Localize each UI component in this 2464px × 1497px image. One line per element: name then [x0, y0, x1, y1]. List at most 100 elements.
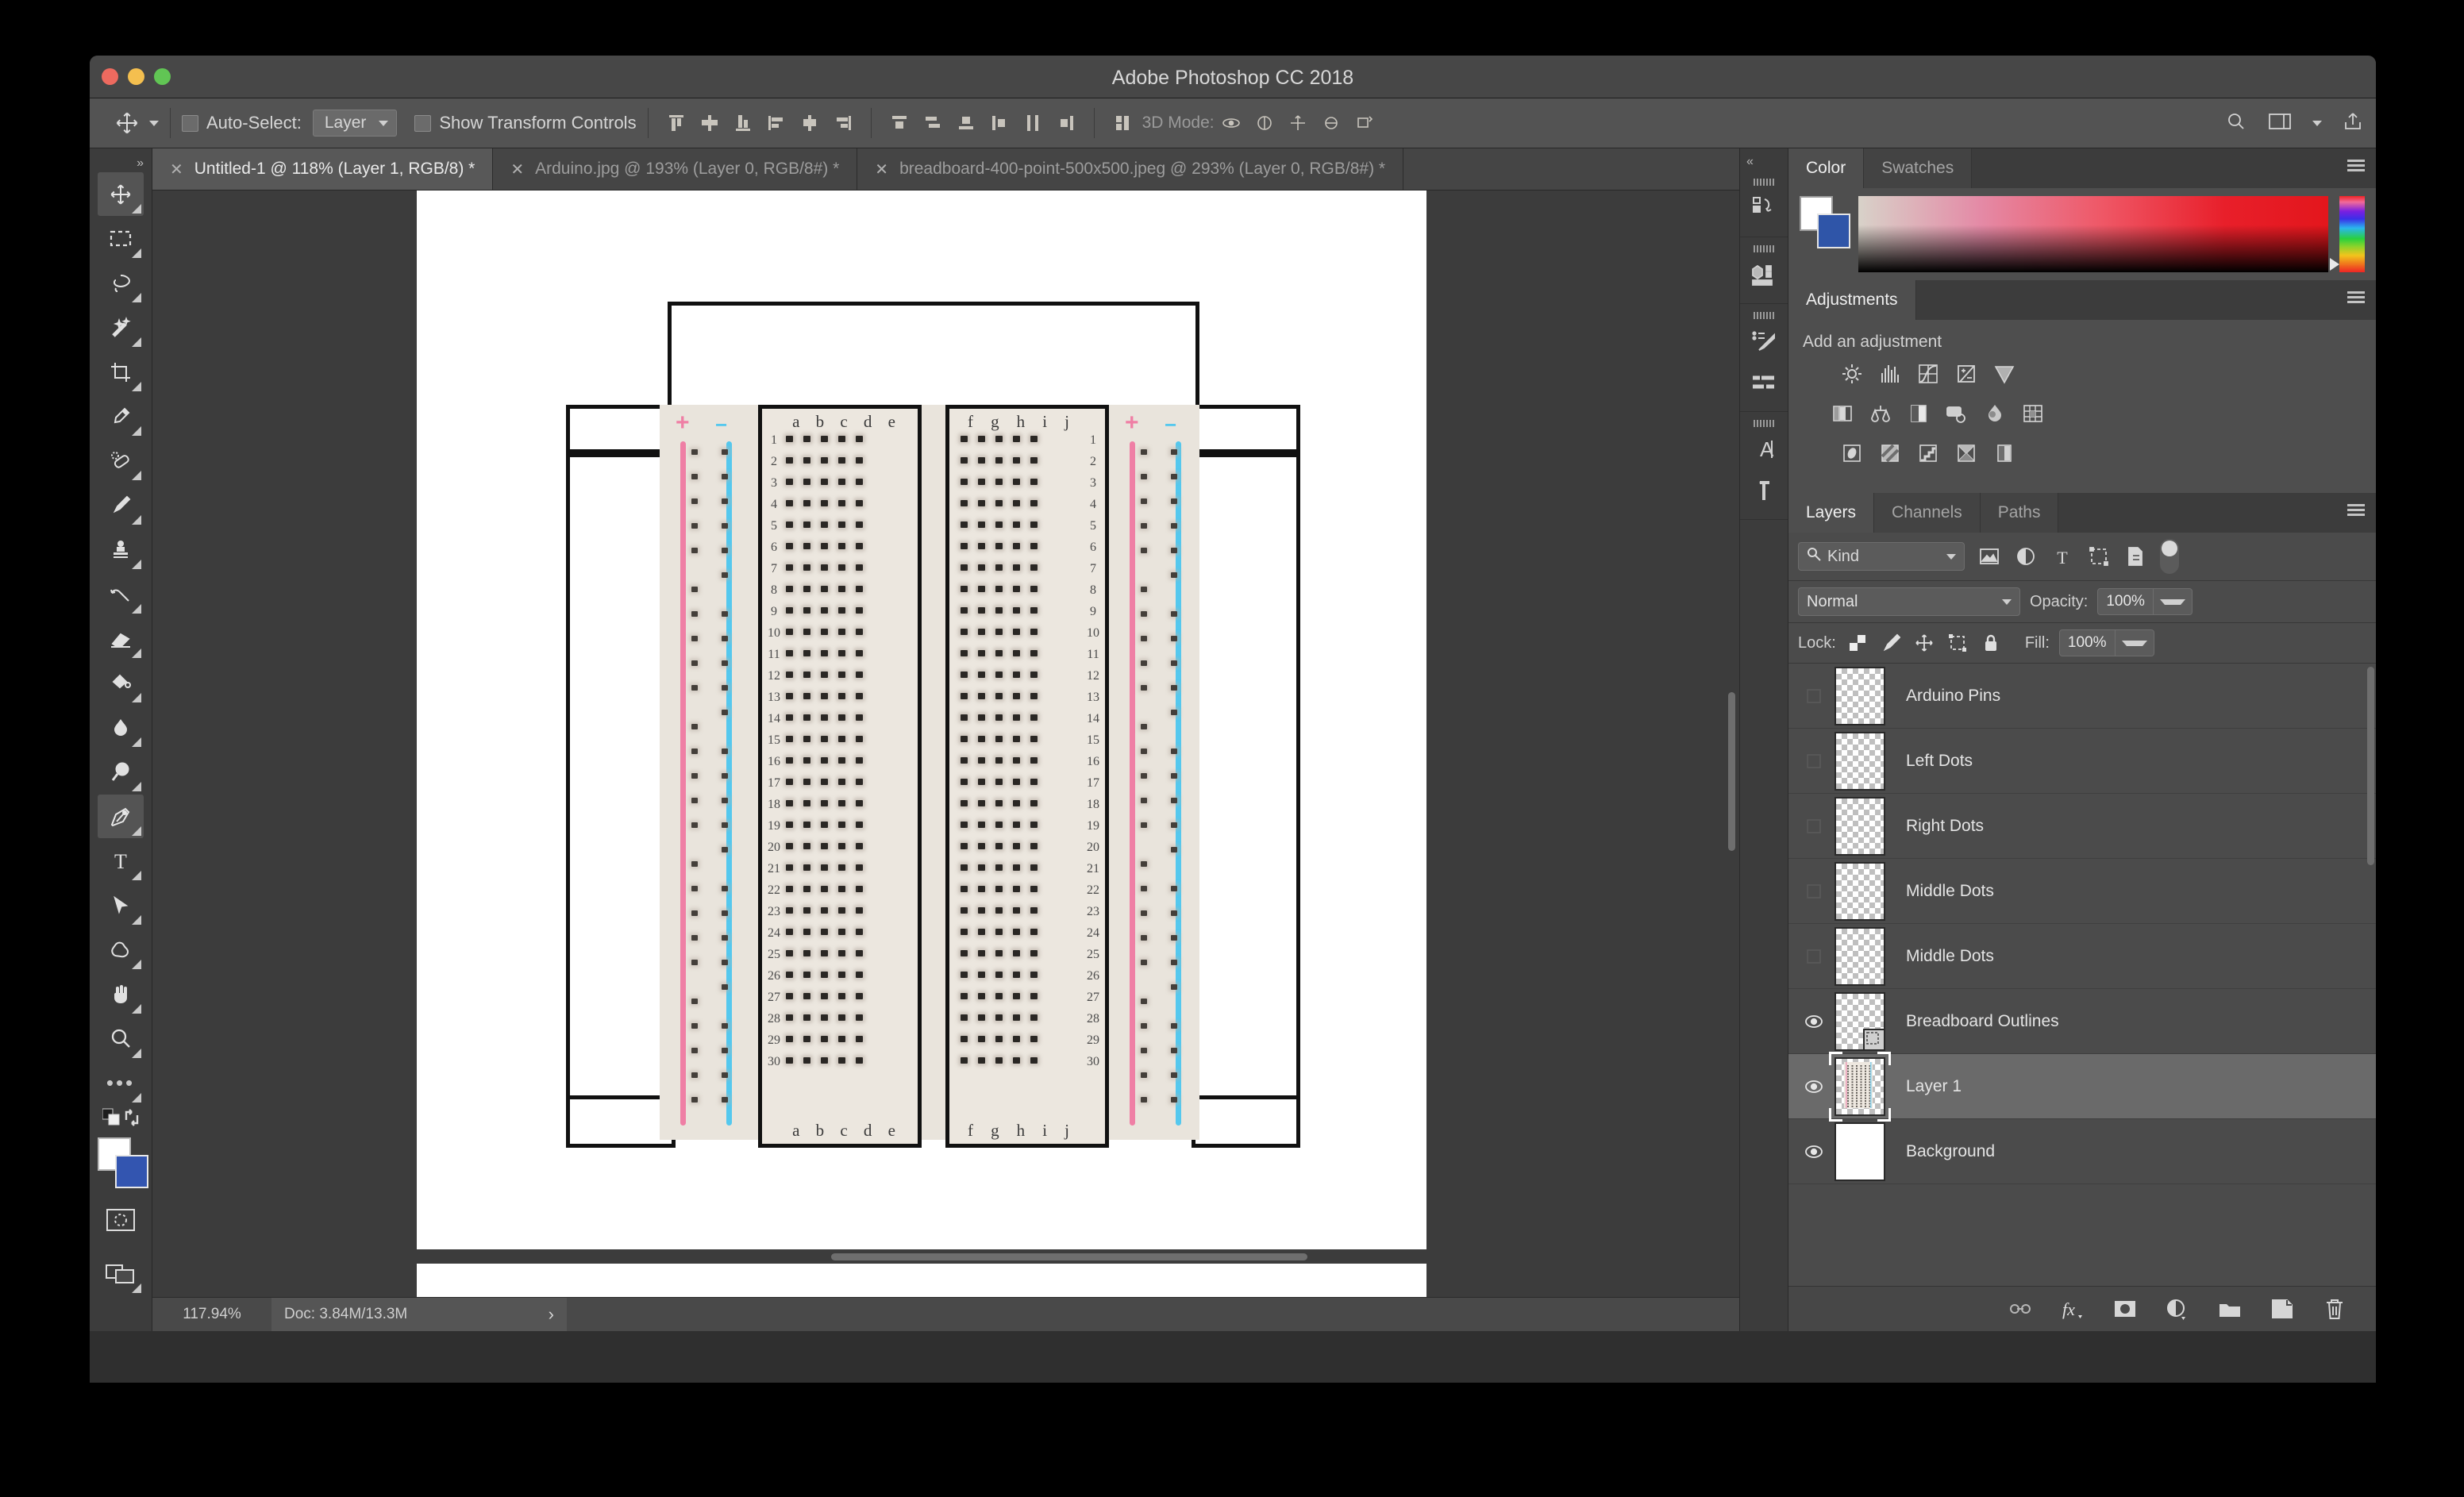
layer-visibility-empty[interactable] — [1793, 729, 1835, 793]
new-adjustment-layer-icon[interactable] — [2165, 1296, 2190, 1322]
photo-filter-icon[interactable] — [1942, 399, 1971, 428]
posterize-icon[interactable] — [1876, 439, 1904, 468]
pen-tool[interactable] — [98, 795, 144, 838]
lock-all-icon[interactable] — [1979, 631, 2003, 655]
layer-row[interactable]: Left Dots — [1788, 729, 2376, 794]
brush-settings-icon[interactable] — [1743, 362, 1784, 403]
layer-visibility-eye-icon[interactable] — [1793, 989, 1835, 1053]
scrollbar-thumb[interactable] — [1728, 692, 1735, 851]
3d-scale-icon[interactable] — [1348, 108, 1381, 138]
eraser-tool[interactable] — [98, 617, 144, 660]
type-tool[interactable]: T — [98, 839, 144, 883]
paragraph-icon[interactable] — [1743, 470, 1784, 511]
type-layer-filter-icon[interactable]: T — [2050, 545, 2074, 568]
zoom-tool[interactable] — [98, 1017, 144, 1060]
magic-wand-tool[interactable] — [98, 306, 144, 349]
auto-select-checkbox[interactable] — [182, 114, 198, 132]
tools-expand-button[interactable]: » — [137, 156, 144, 171]
new-layer-icon[interactable] — [2270, 1296, 2295, 1322]
tab-swatches[interactable]: Swatches — [1864, 148, 1973, 188]
levels-icon[interactable] — [1876, 360, 1904, 388]
screen-mode-button[interactable] — [98, 1252, 144, 1295]
layer-thumbnail[interactable] — [1835, 991, 1885, 1051]
background-color-swatch[interactable] — [1817, 214, 1850, 248]
canvas[interactable]: + − a b c d e a b c d e 1 2 3 4 5 6 7 8 … — [417, 190, 1426, 1297]
gradient-tool[interactable] — [98, 661, 144, 705]
hue-strip[interactable] — [2330, 196, 2365, 272]
align-left-edges-button[interactable] — [760, 108, 793, 138]
color-panel-swatches[interactable] — [1800, 196, 1850, 248]
threshold-icon[interactable] — [1914, 439, 1942, 468]
panel-grip[interactable] — [1754, 179, 1774, 186]
layer-row[interactable]: Arduino Pins — [1788, 664, 2376, 729]
align-bottom-edges-button[interactable] — [726, 108, 760, 138]
share-icon[interactable] — [2343, 111, 2363, 136]
chevron-down-icon[interactable] — [2114, 630, 2154, 656]
show-transform-controls-checkbox[interactable] — [414, 114, 432, 132]
layer-row[interactable]: Right Dots — [1788, 794, 2376, 859]
3d-slide-icon[interactable] — [1315, 108, 1348, 138]
brush-tool[interactable] — [98, 483, 144, 527]
color-ramp[interactable] — [1858, 196, 2328, 272]
layer-row[interactable]: Middle Dots — [1788, 924, 2376, 989]
layer-thumbnail[interactable] — [1829, 1051, 1891, 1122]
gradient-map-icon[interactable] — [1952, 439, 1981, 468]
document-tab-breadboard[interactable]: ✕ breadboard-400-point-500x500.jpeg @ 29… — [857, 148, 1404, 190]
move-tool[interactable] — [98, 172, 144, 216]
opacity-field[interactable]: 100% — [2097, 588, 2193, 615]
layer-row[interactable]: Middle Dots — [1788, 859, 2376, 924]
layer-row[interactable]: Layer 1 — [1788, 1051, 2376, 1122]
auto-select-scope-select[interactable]: Layer — [312, 110, 398, 137]
3d-orbit-icon[interactable] — [1215, 108, 1248, 138]
canvas-horizontal-scrollbar[interactable] — [152, 1249, 1739, 1264]
zoom-level[interactable]: 117.94% — [152, 1306, 271, 1323]
distribute-left-edges-button[interactable] — [983, 108, 1016, 138]
exposure-icon[interactable] — [1952, 360, 1981, 388]
selective-color-icon[interactable] — [1990, 439, 2019, 468]
layer-thumbnail[interactable] — [1835, 861, 1885, 921]
chevron-down-icon[interactable] — [149, 120, 159, 126]
color-balance-icon[interactable] — [1866, 399, 1895, 428]
close-icon[interactable]: ✕ — [170, 160, 183, 179]
delete-layer-icon[interactable] — [2322, 1296, 2347, 1322]
color-swatches[interactable] — [96, 1136, 148, 1188]
history-brush-tool[interactable] — [98, 572, 144, 616]
dock-collapse-button[interactable]: « — [1746, 155, 1754, 169]
panel-grip[interactable] — [1754, 420, 1774, 427]
blur-tool[interactable] — [98, 706, 144, 749]
custom-shape-tool[interactable] — [98, 928, 144, 972]
invert-icon[interactable] — [1838, 439, 1866, 468]
curves-icon[interactable] — [1914, 360, 1942, 388]
black-white-icon[interactable] — [1904, 399, 1933, 428]
eyedropper-tool[interactable] — [98, 394, 144, 438]
scrollbar-thumb[interactable] — [831, 1253, 1307, 1260]
distribute-vertical-centers-button[interactable] — [916, 108, 949, 138]
blend-mode-select[interactable]: Normal — [1798, 587, 2020, 616]
layer-thumbnail[interactable] — [1835, 666, 1885, 725]
layer-thumbnail[interactable] — [1835, 796, 1885, 856]
3d-icon[interactable] — [1743, 254, 1784, 295]
close-icon[interactable]: ✕ — [510, 160, 524, 179]
distribute-top-edges-button[interactable] — [883, 108, 916, 138]
align-top-edges-button[interactable] — [660, 108, 693, 138]
rectangular-marquee-tool[interactable] — [98, 217, 144, 260]
quick-mask-button[interactable] — [98, 1198, 144, 1241]
layer-visibility-empty[interactable] — [1793, 794, 1835, 858]
layer-thumbnail[interactable] — [1835, 1122, 1885, 1181]
brightness-contrast-icon[interactable] — [1838, 360, 1866, 388]
smart-object-filter-icon[interactable] — [2123, 545, 2147, 568]
lock-artboard-icon[interactable] — [1946, 631, 1969, 655]
character-icon[interactable]: A — [1743, 429, 1784, 470]
panel-menu-icon[interactable] — [2347, 160, 2365, 172]
add-layer-mask-icon[interactable] — [2112, 1296, 2138, 1322]
history-icon[interactable] — [1743, 187, 1784, 229]
distribute-spacing-button[interactable] — [1106, 108, 1139, 138]
document-tab-untitled-1[interactable]: ✕ Untitled-1 @ 118% (Layer 1, RGB/8) * — [152, 148, 494, 190]
tab-color[interactable]: Color — [1788, 148, 1865, 188]
document-tab-arduino[interactable]: ✕ Arduino.jpg @ 193% (Layer 0, RGB/8#) * — [493, 148, 858, 190]
background-color-swatch[interactable] — [115, 1155, 148, 1188]
layers-scrollbar-thumb[interactable] — [2367, 667, 2374, 865]
status-expand-icon[interactable]: › — [549, 1304, 554, 1325]
panel-grip[interactable] — [1754, 312, 1774, 319]
layer-thumbnail[interactable] — [1835, 731, 1885, 791]
